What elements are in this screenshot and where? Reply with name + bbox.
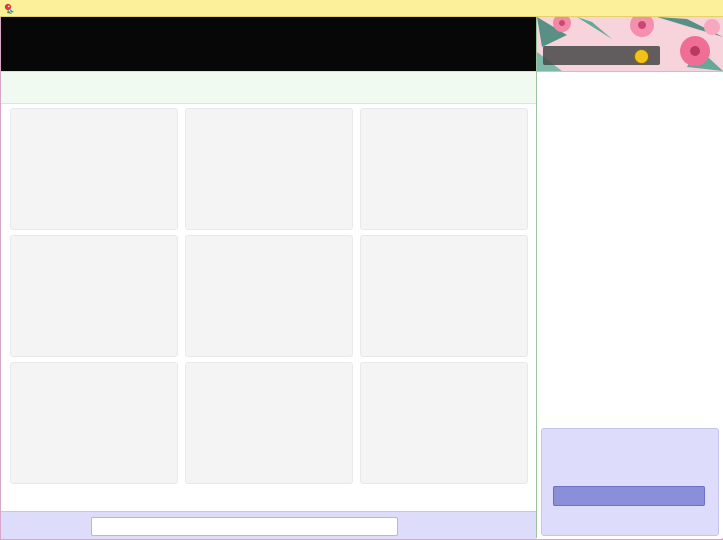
grid-tile[interactable] (360, 108, 528, 230)
grid-tile[interactable] (10, 108, 178, 230)
grid-tile[interactable] (185, 235, 353, 357)
title-bar (0, 0, 723, 17)
bottom-bar (1, 511, 536, 539)
bottom-text-input[interactable] (91, 517, 398, 536)
sidebar (536, 17, 723, 538)
grid-tile[interactable] (10, 235, 178, 357)
main-content (1, 17, 536, 539)
hero-banner (1, 17, 536, 71)
coin-badge-icon[interactable] (634, 49, 649, 64)
subheader-strip (1, 71, 536, 104)
sidebar-panel (541, 428, 719, 536)
content-grid (10, 108, 530, 486)
floral-banner (537, 17, 723, 71)
banner-divider (537, 71, 723, 72)
sidebar-action-button[interactable] (553, 486, 705, 506)
grid-tile[interactable] (10, 362, 178, 484)
grid-tile[interactable] (185, 108, 353, 230)
parrot-app-icon (3, 2, 15, 14)
grid-tile[interactable] (360, 235, 528, 357)
grid-tile[interactable] (185, 362, 353, 484)
grid-tile[interactable] (360, 362, 528, 484)
